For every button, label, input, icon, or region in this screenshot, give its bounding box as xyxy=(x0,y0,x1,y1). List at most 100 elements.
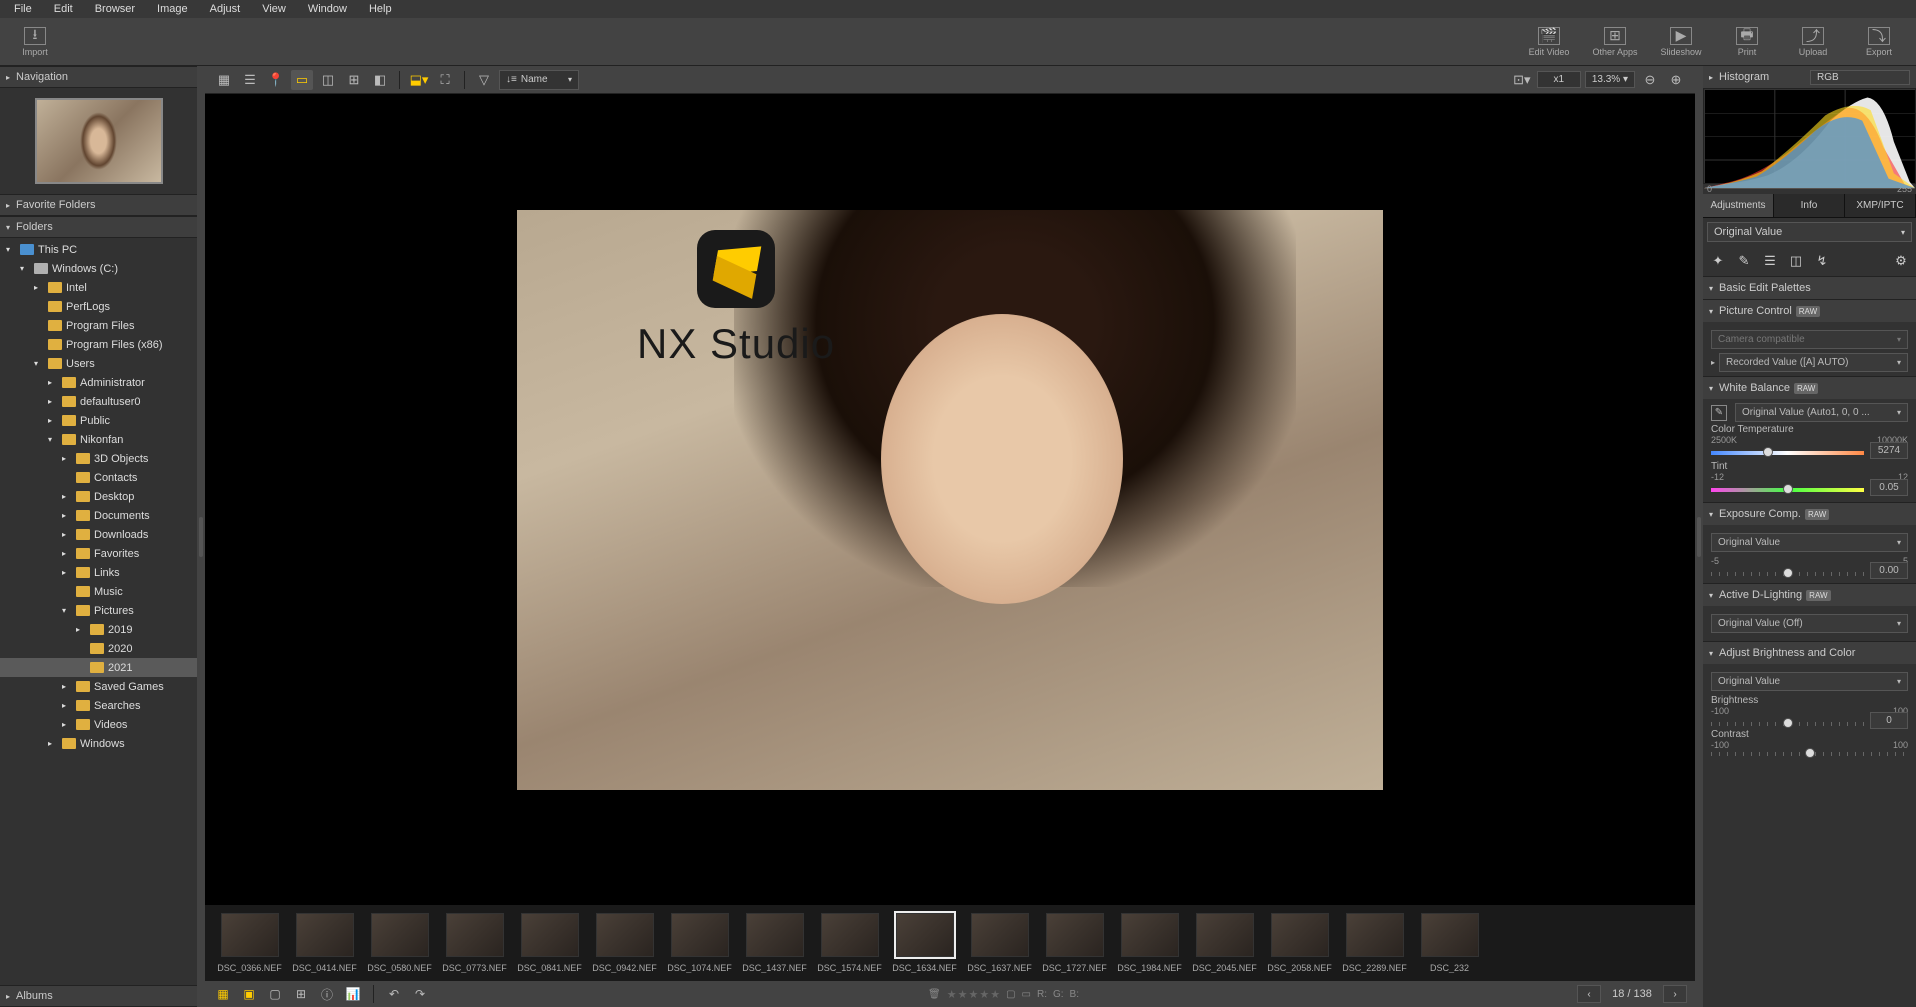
filmstrip-thumb[interactable]: DSC_1437.NEF xyxy=(742,913,807,973)
brightness-value[interactable]: 0 xyxy=(1870,712,1908,729)
settings-gear-icon[interactable]: ⚙ xyxy=(1892,252,1910,270)
tree-item[interactable]: ▸Videos xyxy=(0,715,197,734)
filmstrip-toggle[interactable]: ⬓▾ xyxy=(408,70,430,90)
filmstrip-thumb[interactable]: DSC_1074.NEF xyxy=(667,913,732,973)
auto-retouch-icon[interactable]: ✦ xyxy=(1709,252,1727,270)
brush-icon[interactable]: ✎ xyxy=(1735,252,1753,270)
tree-item[interactable]: ▸Favorites xyxy=(0,544,197,563)
tree-item[interactable]: ▸Windows xyxy=(0,734,197,753)
zoom-percent[interactable]: 13.3% ▾ xyxy=(1585,71,1635,88)
compare-4-button[interactable]: ⊞ xyxy=(343,70,365,90)
select-similar-icon[interactable]: ▣ xyxy=(239,985,259,1003)
zoom-in-button[interactable]: ⊕ xyxy=(1665,70,1687,90)
tree-item[interactable]: ▸Downloads xyxy=(0,525,197,544)
tree-item[interactable]: Music xyxy=(0,582,197,601)
filmstrip-thumb[interactable]: DSC_1574.NEF xyxy=(817,913,882,973)
filmstrip-thumb[interactable]: DSC_1634.NEF xyxy=(892,913,957,973)
albums-header[interactable]: ▸Albums xyxy=(0,985,197,1007)
tree-item[interactable]: ▸Intel xyxy=(0,278,197,297)
filmstrip-thumb[interactable]: DSC_2058.NEF xyxy=(1267,913,1332,973)
fullscreen-button[interactable]: ⛶ xyxy=(434,70,456,90)
recorded-value-dropdown[interactable]: Recorded Value ([A] AUTO) xyxy=(1719,353,1908,372)
tree-item[interactable]: ▾This PC xyxy=(0,240,197,259)
tree-item[interactable]: ▸3D Objects xyxy=(0,449,197,468)
grid-icon[interactable]: ⊞ xyxy=(291,985,311,1003)
fit-button[interactable]: ⊡▾ xyxy=(1511,70,1533,90)
other-apps-button[interactable]: ⊞Other Apps xyxy=(1590,27,1640,57)
tree-item[interactable]: PerfLogs xyxy=(0,297,197,316)
tint-value[interactable]: 0.05 xyxy=(1870,479,1908,496)
rating-bar[interactable]: 🗑 ★★★★★ ▢▭ R: G: B: xyxy=(928,988,1079,1001)
eyedropper-icon[interactable]: ✎ xyxy=(1711,405,1727,421)
histogram-icon[interactable]: 📊 xyxy=(343,985,363,1003)
straighten-icon[interactable]: ↯ xyxy=(1813,252,1831,270)
basic-edit-header[interactable]: ▾Basic Edit Palettes xyxy=(1703,277,1916,299)
redo-button[interactable]: ↷ xyxy=(410,985,430,1003)
slideshow-button[interactable]: ▶Slideshow xyxy=(1656,27,1706,57)
list-view-button[interactable]: ☰ xyxy=(239,70,261,90)
undo-button[interactable]: ↶ xyxy=(384,985,404,1003)
menu-adjust[interactable]: Adjust xyxy=(200,1,251,17)
filmstrip-thumb[interactable]: DSC_1727.NEF xyxy=(1042,913,1107,973)
menu-window[interactable]: Window xyxy=(298,1,357,17)
tree-item[interactable]: ▸defaultuser0 xyxy=(0,392,197,411)
prev-image-button[interactable]: ‹ xyxy=(1577,985,1601,1003)
filmstrip-thumb[interactable]: DSC_0414.NEF xyxy=(292,913,357,973)
menu-file[interactable]: File xyxy=(4,1,42,17)
crop-icon[interactable]: ◫ xyxy=(1787,252,1805,270)
wb-value-dropdown[interactable]: Original Value (Auto1, 0, 0 ... xyxy=(1735,403,1908,422)
tree-item[interactable]: Program Files xyxy=(0,316,197,335)
filter-button[interactable]: ▽ xyxy=(473,70,495,90)
zoom-x1[interactable]: x1 xyxy=(1537,71,1581,88)
channel-dropdown[interactable]: RGB xyxy=(1810,70,1910,85)
dlighting-dropdown[interactable]: Original Value (Off) xyxy=(1711,614,1908,633)
tab-info[interactable]: Info xyxy=(1774,194,1845,217)
tree-item[interactable]: ▸Public xyxy=(0,411,197,430)
tree-item[interactable]: Contacts xyxy=(0,468,197,487)
single-view-button[interactable]: ▭ xyxy=(291,70,313,90)
brightness-slider[interactable] xyxy=(1711,722,1864,726)
nav-thumbnail[interactable] xyxy=(35,98,163,184)
filmstrip-thumb[interactable]: DSC_2045.NEF xyxy=(1192,913,1257,973)
tint-slider[interactable] xyxy=(1711,488,1864,492)
filmstrip-thumb[interactable]: DSC_1984.NEF xyxy=(1117,913,1182,973)
tree-item[interactable]: ▸Documents xyxy=(0,506,197,525)
filmstrip-thumb[interactable]: DSC_1637.NEF xyxy=(967,913,1032,973)
right-splitter[interactable] xyxy=(1695,66,1703,1007)
import-button[interactable]: ⭳ Import xyxy=(10,27,60,57)
select-all-icon[interactable]: ▦ xyxy=(213,985,233,1003)
temp-slider[interactable] xyxy=(1711,451,1864,455)
folder-tree[interactable]: ▾This PC▾Windows (C:)▸IntelPerfLogsProgr… xyxy=(0,238,197,985)
navigation-header[interactable]: ▸Navigation xyxy=(0,66,197,88)
filmstrip-thumb[interactable]: DSC_232 xyxy=(1417,913,1482,973)
filmstrip-thumb[interactable]: DSC_0773.NEF xyxy=(442,913,507,973)
menu-browser[interactable]: Browser xyxy=(85,1,145,17)
export-button[interactable]: ⤵Export xyxy=(1854,27,1904,57)
tree-item[interactable]: ▾Pictures xyxy=(0,601,197,620)
filmstrip[interactable]: DSC_0366.NEFDSC_0414.NEFDSC_0580.NEFDSC_… xyxy=(205,905,1695,981)
folders-header[interactable]: ▾Folders xyxy=(0,216,197,238)
filmstrip-thumb[interactable]: DSC_0841.NEF xyxy=(517,913,582,973)
white-balance-header[interactable]: ▾White BalanceRAW xyxy=(1703,377,1916,399)
tree-item[interactable]: 2020 xyxy=(0,639,197,658)
histogram-header[interactable]: ▸ Histogram RGB xyxy=(1703,66,1916,88)
exposure-slider[interactable] xyxy=(1711,572,1864,576)
filmstrip-thumb[interactable]: DSC_2289.NEF xyxy=(1342,913,1407,973)
metadata-icon[interactable]: ⓘ xyxy=(317,985,337,1003)
menu-help[interactable]: Help xyxy=(359,1,402,17)
brightness-color-header[interactable]: ▾Adjust Brightness and Color xyxy=(1703,642,1916,664)
tree-item[interactable]: ▸Desktop xyxy=(0,487,197,506)
tree-item[interactable]: ▸2019 xyxy=(0,620,197,639)
contrast-slider[interactable] xyxy=(1711,752,1908,756)
tree-item[interactable]: ▸Saved Games xyxy=(0,677,197,696)
exposure-dropdown[interactable]: Original Value xyxy=(1711,533,1908,552)
dlighting-header[interactable]: ▾Active D-LightingRAW xyxy=(1703,584,1916,606)
picture-control-header[interactable]: ▾Picture ControlRAW xyxy=(1703,300,1916,322)
tree-item[interactable]: ▸Administrator xyxy=(0,373,197,392)
exposure-header[interactable]: ▾Exposure Comp.RAW xyxy=(1703,503,1916,525)
before-after-button[interactable]: ◧ xyxy=(369,70,391,90)
sort-dropdown[interactable]: ↓≡Name▾ xyxy=(499,70,579,90)
tree-item[interactable]: ▸Links xyxy=(0,563,197,582)
info-overlay-icon[interactable]: ▢ xyxy=(265,985,285,1003)
map-view-button[interactable]: 📍 xyxy=(265,70,287,90)
